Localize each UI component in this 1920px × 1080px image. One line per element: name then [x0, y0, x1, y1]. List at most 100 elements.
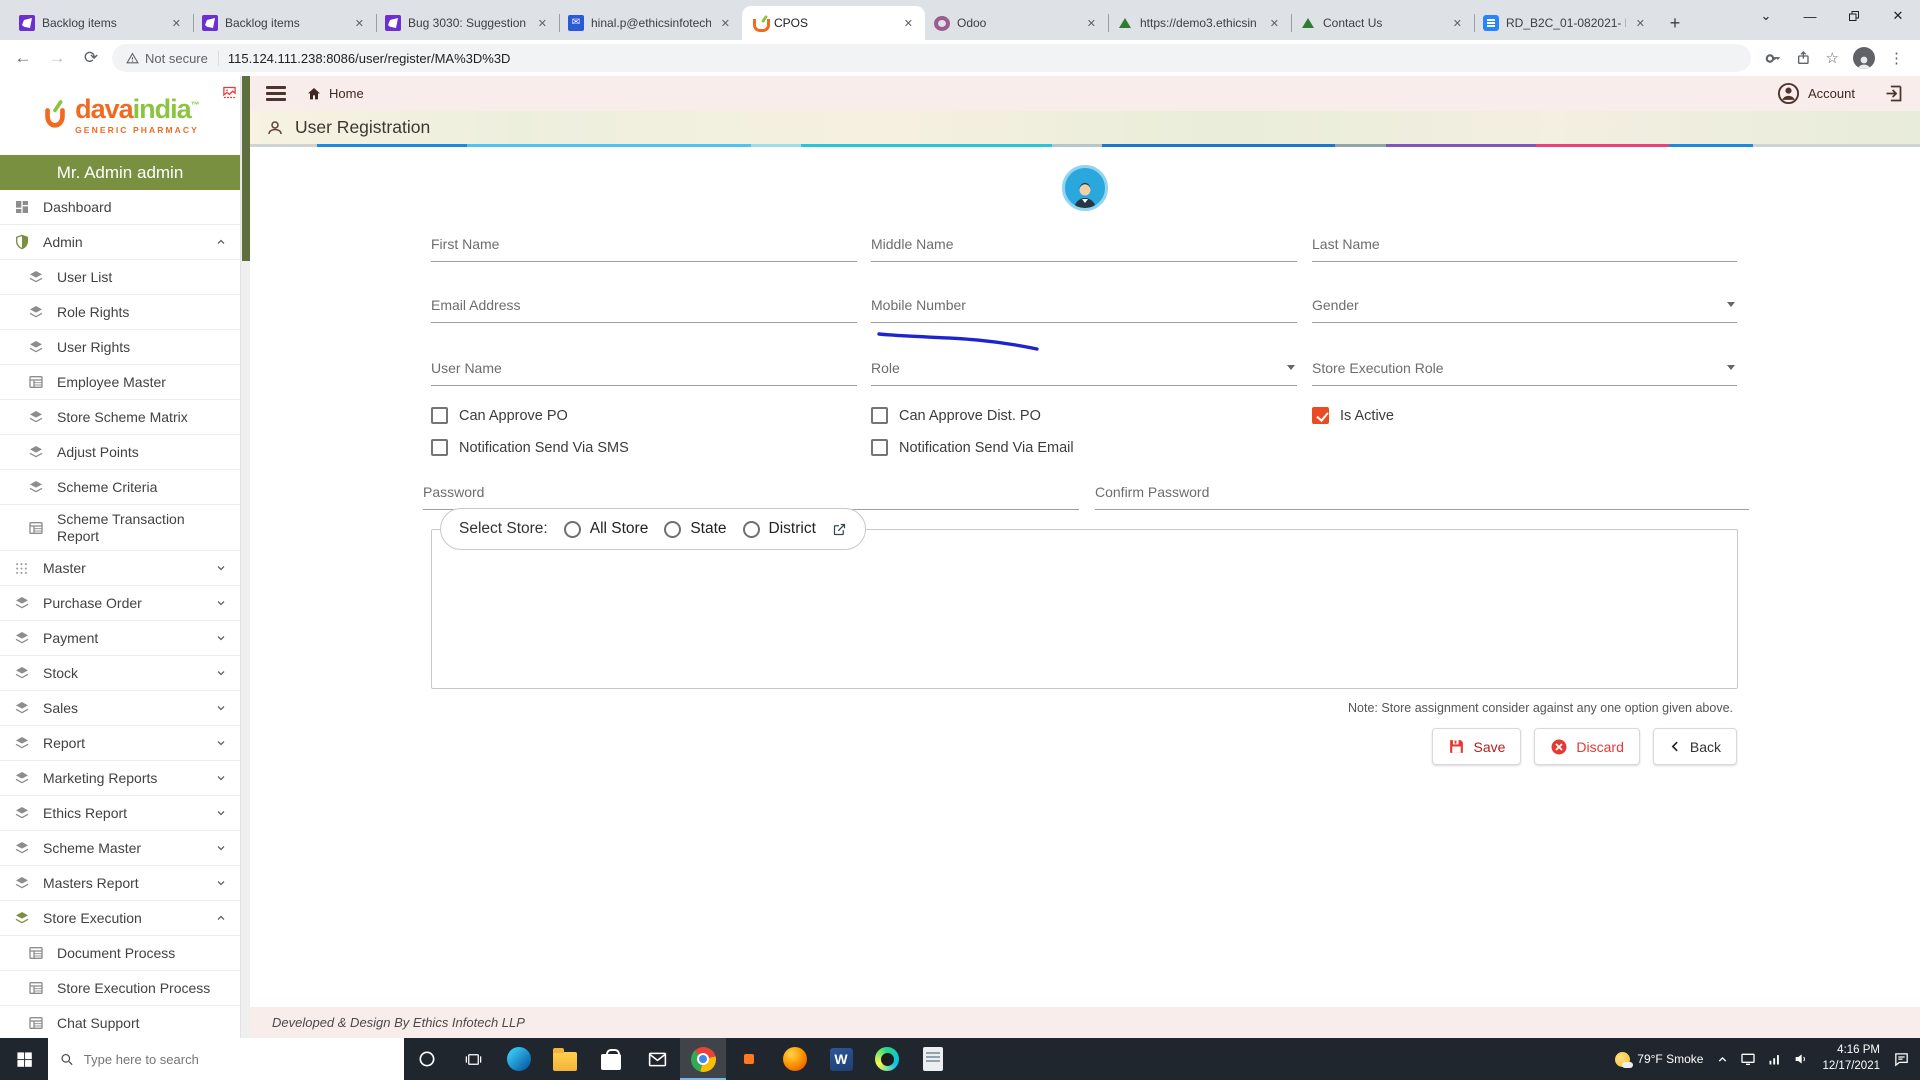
back-nav-icon[interactable]: ←: [10, 48, 36, 68]
sidebar-item-scheme-criteria[interactable]: Scheme Criteria: [0, 470, 240, 505]
discard-button[interactable]: Discard: [1534, 728, 1640, 765]
taskbar-search[interactable]: [48, 1038, 404, 1080]
browser-tab[interactable]: Backlog items ✕: [193, 6, 376, 40]
account-menu[interactable]: Account: [1777, 82, 1855, 105]
weather-widget[interactable]: 79°F Smoke: [1615, 1051, 1703, 1068]
mobile-number-field[interactable]: Mobile Number: [871, 297, 1297, 323]
browser-tab[interactable]: RD_B2C_01-082021- B ✕: [1474, 6, 1657, 40]
tab-close-icon[interactable]: ✕: [718, 16, 733, 31]
confirm-password-field[interactable]: Confirm Password: [1095, 484, 1749, 510]
share-icon[interactable]: [1796, 50, 1812, 66]
sidebar-item-adjust-points[interactable]: Adjust Points: [0, 435, 240, 470]
browser-tab[interactable]: Bug 3030: Suggestion ✕: [376, 6, 559, 40]
edge-icon[interactable]: [496, 1038, 542, 1080]
password-key-icon[interactable]: [1765, 50, 1782, 67]
radio-icon[interactable]: [742, 520, 760, 538]
first-name-field[interactable]: First Name: [431, 236, 857, 262]
network-icon[interactable]: [1767, 1052, 1782, 1067]
can-approve-po-checkbox[interactable]: Can Approve PO: [431, 407, 568, 424]
tab-close-icon[interactable]: ✕: [901, 16, 916, 31]
tray-chevron-up-icon[interactable]: [1716, 1053, 1729, 1066]
window-restore-button[interactable]: [1832, 0, 1876, 32]
word-icon[interactable]: W: [818, 1038, 864, 1080]
volume-icon[interactable]: [1793, 1051, 1809, 1067]
state-radio[interactable]: State: [664, 520, 727, 538]
sidebar-item-purchase-order[interactable]: Purchase Order: [0, 586, 240, 621]
sidebar-item-dashboard[interactable]: Dashboard: [0, 190, 240, 225]
sidebar-item-user-list[interactable]: User List: [0, 260, 240, 295]
checkbox-icon[interactable]: [871, 407, 888, 424]
new-tab-button[interactable]: +: [1661, 9, 1689, 37]
tab-close-icon[interactable]: ✕: [352, 16, 367, 31]
user-name-field[interactable]: User Name: [431, 360, 857, 386]
tab-close-icon[interactable]: ✕: [1450, 16, 1465, 31]
profile-photo-placeholder[interactable]: [1062, 165, 1108, 211]
bookmark-star-icon[interactable]: ☆: [1826, 49, 1839, 67]
role-select[interactable]: Role: [871, 360, 1297, 386]
notification-sms-checkbox[interactable]: Notification Send Via SMS: [431, 439, 629, 456]
action-center-icon[interactable]: [1893, 1051, 1910, 1068]
radio-icon[interactable]: [563, 520, 581, 538]
password-field[interactable]: Password: [423, 484, 1079, 510]
is-active-checkbox[interactable]: Is Active: [1312, 407, 1394, 424]
checkbox-icon[interactable]: [431, 439, 448, 456]
district-radio[interactable]: District: [742, 520, 816, 538]
sidebar-item-report[interactable]: Report: [0, 726, 240, 761]
sidebar-item-sales[interactable]: Sales: [0, 691, 240, 726]
gender-select[interactable]: Gender: [1312, 297, 1737, 323]
mail-app-icon[interactable]: [634, 1038, 680, 1080]
browser-tab[interactable]: hinal.p@ethicsinfotech ✕: [559, 6, 742, 40]
notification-email-checkbox[interactable]: Notification Send Via Email: [871, 439, 1074, 456]
store-execution-role-select[interactable]: Store Execution Role: [1312, 360, 1737, 386]
last-name-field[interactable]: Last Name: [1312, 236, 1737, 262]
refresh-icon[interactable]: ⟳: [78, 48, 104, 68]
sidebar-item-chat-support[interactable]: Chat Support: [0, 1006, 240, 1038]
tab-close-icon[interactable]: ✕: [1267, 16, 1282, 31]
browser-tab[interactable]: Backlog items ✕: [10, 6, 193, 40]
middle-name-field[interactable]: Middle Name: [871, 236, 1297, 262]
sidebar-item-master[interactable]: Master: [0, 551, 240, 586]
checkbox-checked-icon[interactable]: [1312, 407, 1329, 424]
browser-tab[interactable]: Contact Us ✕: [1291, 6, 1474, 40]
display-icon[interactable]: [1740, 1051, 1756, 1067]
tab-close-icon[interactable]: ✕: [535, 16, 550, 31]
open-external-icon[interactable]: [832, 522, 847, 537]
forward-nav-icon[interactable]: →: [44, 48, 70, 68]
cortana-icon[interactable]: [404, 1038, 450, 1080]
sidebar-item-store-execution-process[interactable]: Store Execution Process: [0, 971, 240, 1006]
sidebar-item-stock[interactable]: Stock: [0, 656, 240, 691]
browser-tab[interactable]: Odoo ✕: [925, 6, 1108, 40]
scrollbar-thumb[interactable]: [242, 76, 250, 261]
sidebar-item-document-process[interactable]: Document Process: [0, 936, 240, 971]
checkbox-icon[interactable]: [871, 439, 888, 456]
security-label[interactable]: Not secure: [126, 50, 219, 66]
window-minimize-button[interactable]: —: [1788, 0, 1832, 32]
nox-app-icon[interactable]: [726, 1038, 772, 1080]
sidebar-item-ethics-report[interactable]: Ethics Report: [0, 796, 240, 831]
window-menu-chevron-icon[interactable]: ⌄: [1744, 0, 1788, 32]
email-field[interactable]: Email Address: [431, 297, 857, 323]
browser-tab-active[interactable]: CPOS ✕: [742, 6, 925, 40]
sidebar-item-payment[interactable]: Payment: [0, 621, 240, 656]
save-button[interactable]: Save: [1432, 728, 1522, 765]
sidebar-item-store-execution[interactable]: Store Execution: [0, 901, 240, 936]
checkbox-icon[interactable]: [431, 407, 448, 424]
hamburger-menu-icon[interactable]: [266, 86, 286, 101]
sidebar-item-masters-report[interactable]: Masters Report: [0, 866, 240, 901]
sidebar-item-marketing-reports[interactable]: Marketing Reports: [0, 761, 240, 796]
window-close-button[interactable]: ✕: [1876, 0, 1920, 32]
firefox-icon[interactable]: [772, 1038, 818, 1080]
can-approve-dist-po-checkbox[interactable]: Can Approve Dist. PO: [871, 407, 1041, 424]
back-button[interactable]: Back: [1652, 728, 1737, 765]
chrome-icon[interactable]: [680, 1038, 726, 1080]
task-view-icon[interactable]: [450, 1038, 496, 1080]
sidebar-item-scheme-transaction-report[interactable]: Scheme Transaction Report: [0, 505, 240, 551]
logout-icon[interactable]: [1883, 83, 1904, 104]
notepad-icon[interactable]: [910, 1038, 956, 1080]
browser-menu-icon[interactable]: ⋮: [1889, 49, 1904, 67]
search-input[interactable]: [83, 1051, 392, 1067]
sidebar-item-user-rights[interactable]: User Rights: [0, 330, 240, 365]
pycharm-icon[interactable]: [864, 1038, 910, 1080]
sidebar-scrollbar[interactable]: [240, 76, 250, 1038]
address-bar[interactable]: Not secure 115.124.111.238:8086/user/reg…: [112, 44, 1751, 72]
